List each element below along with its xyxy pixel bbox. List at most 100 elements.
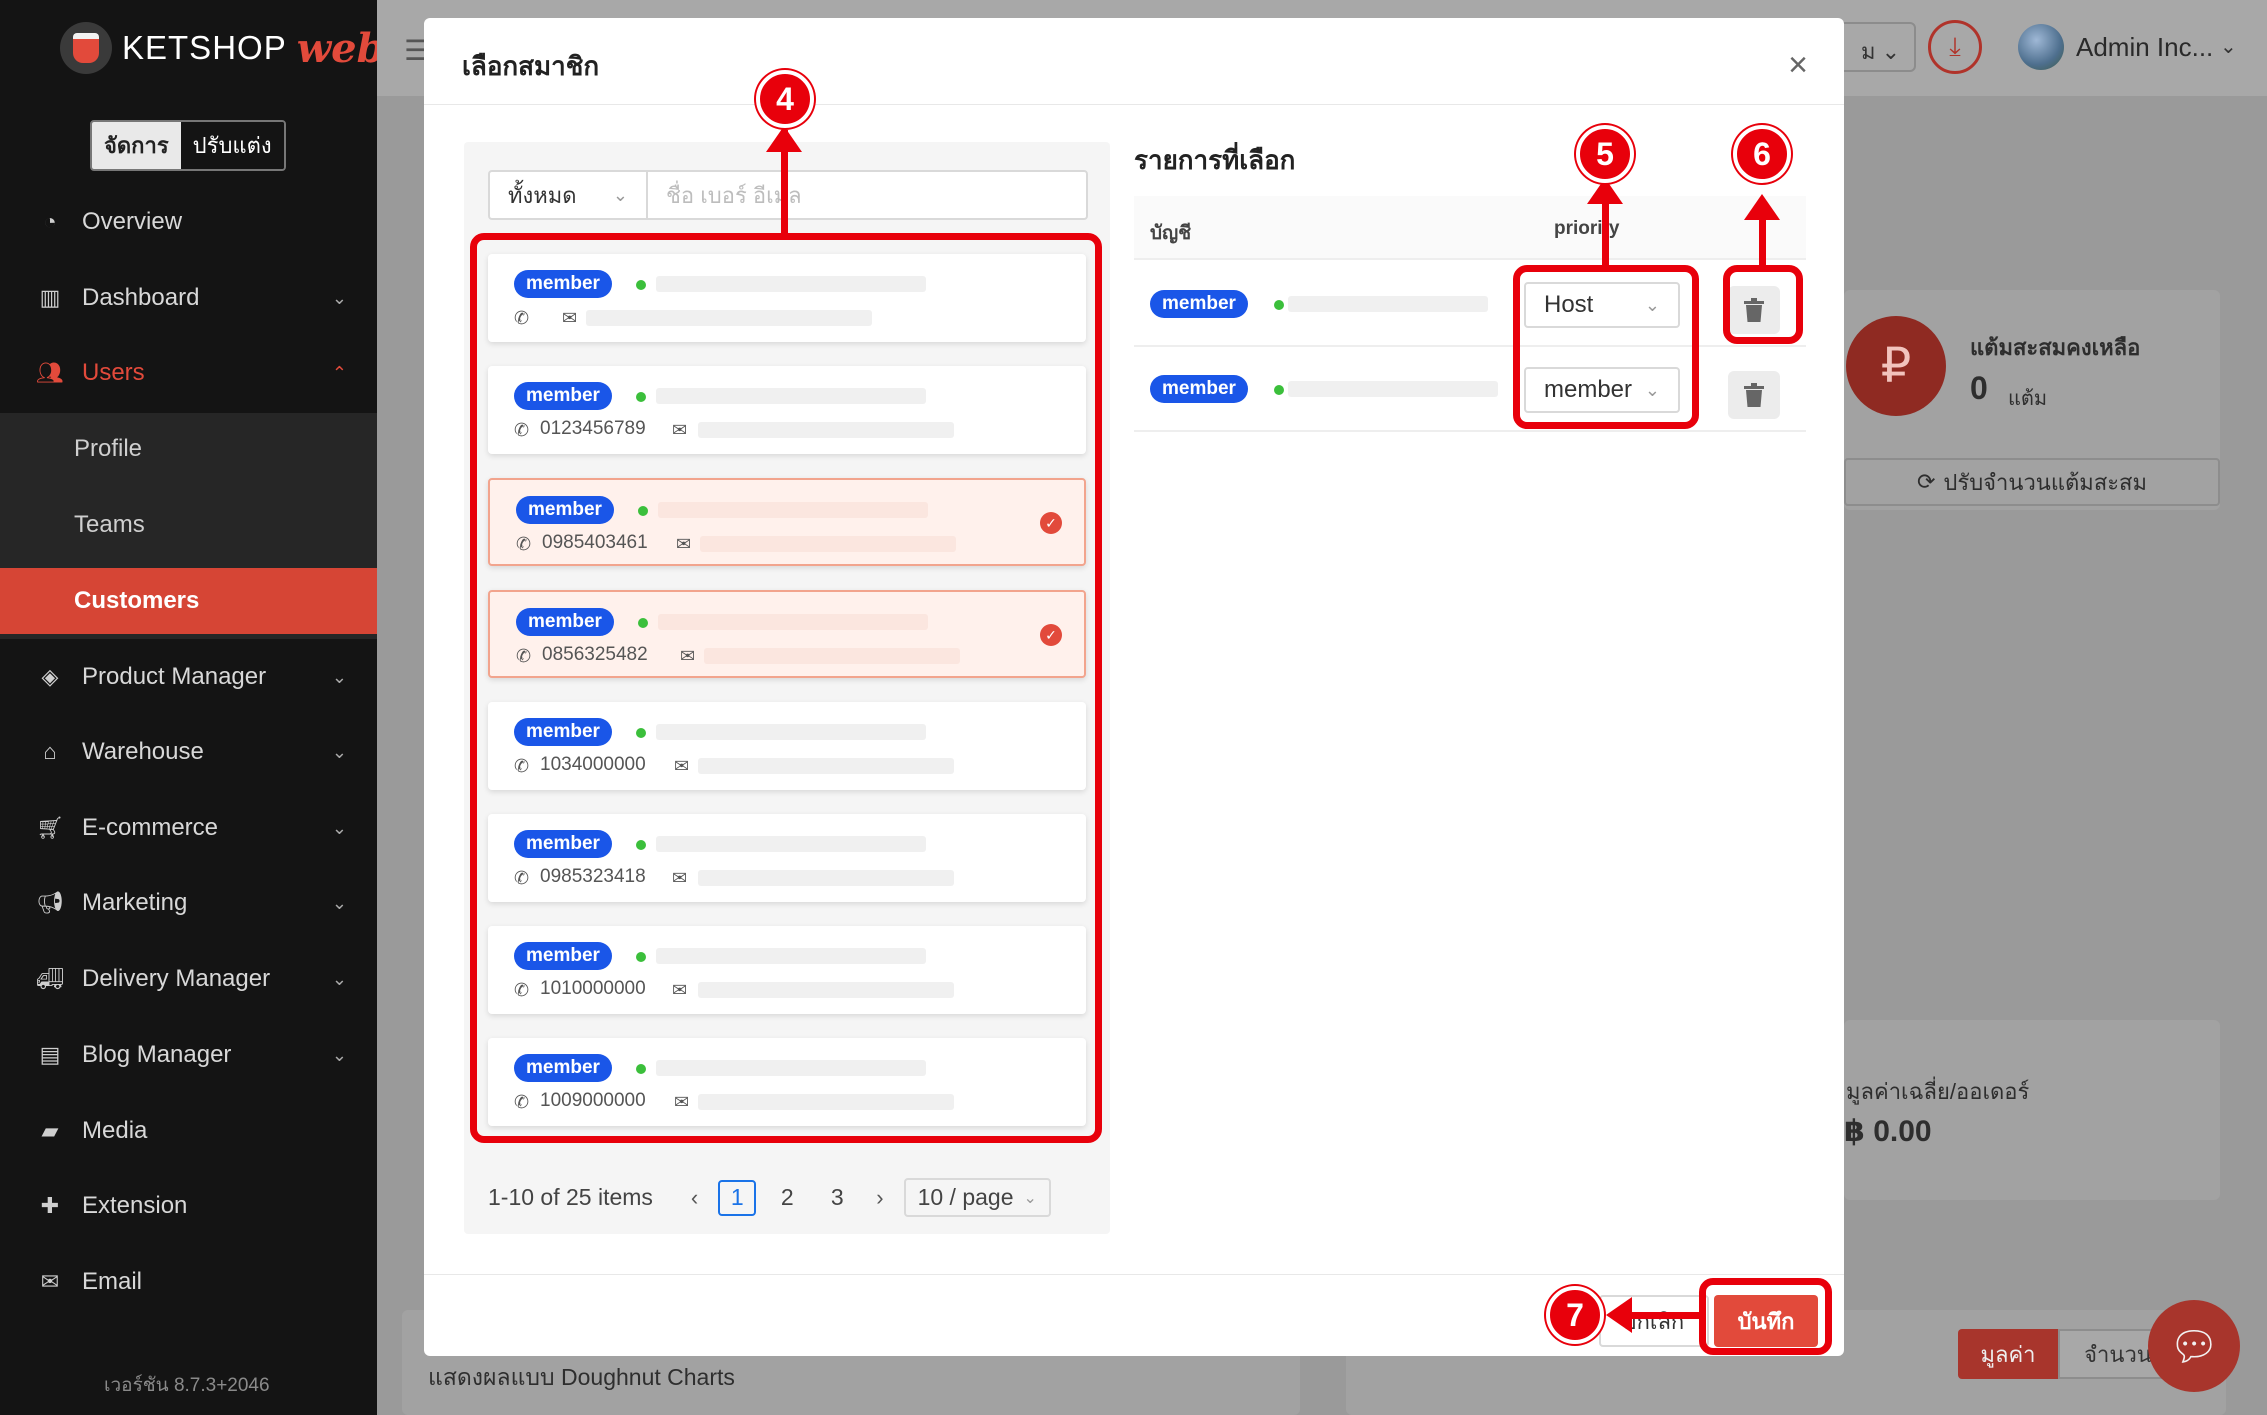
mail-icon: ✉ (680, 646, 696, 666)
phone-icon: ✆ (514, 868, 530, 888)
annotation-arrow-line (1630, 1312, 1700, 1319)
member-badge: member (514, 718, 612, 746)
delete-button[interactable] (1728, 286, 1780, 334)
mode-customize-button[interactable]: ปรับแต่ง (180, 122, 284, 169)
mail-icon: ✉ (674, 756, 690, 776)
page-size-value: 10 / page (917, 1184, 1014, 1210)
chevron-down-icon: ⌄ (331, 817, 347, 838)
member-card[interactable]: member ✆ 1034000000 ✉ (488, 702, 1086, 790)
name-placeholder (656, 948, 926, 964)
puzzle-icon: ✚ (40, 1193, 60, 1218)
sidebar-item-label: Delivery Manager (82, 965, 271, 992)
chevron-down-icon: ⌄ (612, 184, 628, 205)
tab-value[interactable]: มูลค่า (1958, 1329, 2058, 1379)
bar-chart-icon: ▥ (39, 285, 61, 310)
pagination: 1-10 of 25 items ‹ 1 2 3 › 10 / page ⌄ (488, 1178, 1051, 1217)
member-card[interactable]: member ✆ 0985323418 ✉ (488, 814, 1086, 902)
email-placeholder (698, 1094, 954, 1110)
page-2-button[interactable]: 2 (768, 1180, 806, 1216)
page-size-select[interactable]: 10 / page ⌄ (903, 1178, 1051, 1217)
sidebar-item-label: Warehouse (82, 738, 204, 765)
pagination-total: 1-10 of 25 items (488, 1184, 653, 1210)
chevron-left-icon[interactable]: ‹ (683, 1185, 706, 1211)
chat-icon[interactable]: 💬︎ (2148, 1300, 2240, 1392)
online-status-dot (636, 840, 646, 850)
sidebar-item-delivery-manager[interactable]: 🚚︎ Delivery Manager ⌄ (0, 943, 377, 1015)
online-status-dot (1274, 300, 1284, 310)
column-account: บัญชี (1150, 223, 1192, 244)
member-card[interactable]: member ✆ ✉ (488, 254, 1086, 342)
sidebar-item-extension[interactable]: ✚ Extension (0, 1170, 377, 1242)
member-card-selected[interactable]: member ✆ 0985403461 ✉ ✓ (488, 478, 1086, 566)
member-card[interactable]: member ✆ 1010000000 ✉ (488, 926, 1086, 1014)
logo-text: KETSHOP (122, 29, 287, 66)
select-member-modal: เลือกสมาชิก × ทั้งหมด ⌄ ชื่อ เบอร์ อีเมล… (424, 18, 1844, 1356)
sidebar-item-marketing[interactable]: 📢︎ Marketing ⌄ (0, 867, 377, 939)
trash-icon (1744, 298, 1764, 322)
phone-icon: ✆ (514, 308, 530, 328)
chevron-down-icon: ⌄ (1644, 294, 1660, 315)
member-phone: 1010000000 (540, 978, 646, 999)
selected-list-title: รายการที่เลือก (1134, 145, 1296, 175)
chevron-right-icon[interactable]: › (868, 1185, 891, 1211)
admin-name[interactable]: Admin Inc... (2076, 32, 2213, 63)
priority-select[interactable]: Host ⌄ (1524, 282, 1680, 328)
sidebar-item-blog-manager[interactable]: ▤ Blog Manager ⌄ (0, 1019, 377, 1091)
tag-icon: ◈ (41, 664, 59, 689)
mode-toggle: จัดการ ปรับแต่ง (90, 120, 286, 171)
priority-value: Host (1544, 291, 1594, 318)
close-icon[interactable]: × (1788, 48, 1808, 82)
chevron-down-icon: ⌄ (1023, 1189, 1037, 1207)
sidebar-item-users[interactable]: 👥︎ Users ⌃ (0, 337, 377, 409)
filter-select[interactable]: ทั้งหมด ⌄ (490, 172, 648, 218)
chevron-down-icon: ⌄ (331, 1044, 347, 1065)
sidebar-item-media[interactable]: ▰ Media (0, 1095, 377, 1167)
member-card[interactable]: member ✆ 0123456789 ✉ (488, 366, 1086, 454)
logo-suffix: web (296, 24, 385, 72)
mail-icon: ✉ (40, 1269, 60, 1294)
page-3-button[interactable]: 3 (818, 1180, 856, 1216)
sidebar-item-product-manager[interactable]: ◈ Product Manager ⌄ (0, 641, 377, 713)
users-icon: 👥︎ (36, 360, 64, 385)
logo[interactable]: KETSHOP web (60, 22, 385, 74)
pie-chart-icon: ◔ (43, 209, 57, 234)
priority-select[interactable]: member ⌄ (1524, 367, 1680, 413)
member-badge: member (1150, 375, 1248, 403)
doughnut-text: แสดงผลแบบ Doughnut Charts (428, 1364, 735, 1390)
chevron-up-icon: ⌃ (331, 362, 347, 383)
annotation-arrow-head (766, 126, 802, 152)
sidebar-item-email[interactable]: ✉ Email (0, 1246, 377, 1318)
search-input[interactable]: ชื่อ เบอร์ อีเมล (648, 172, 1086, 218)
delete-button[interactable] (1728, 371, 1780, 419)
sidebar-item-customers[interactable]: Customers (0, 568, 377, 634)
sidebar-item-warehouse[interactable]: ⌂ Warehouse ⌄ (0, 716, 377, 788)
sidebar-item-label: Media (82, 1117, 148, 1144)
sidebar-item-ecommerce[interactable]: 🛒︎ E-commerce ⌄ (0, 792, 377, 864)
member-badge: member (1150, 290, 1248, 318)
chevron-down-icon: ⌄ (331, 666, 347, 687)
chevron-down-icon[interactable]: ⌄ (2220, 34, 2237, 59)
mail-icon: ✉ (672, 868, 688, 888)
avg-order-card (1844, 1020, 2220, 1200)
sidebar-item-teams[interactable]: Teams (0, 492, 377, 558)
member-card-selected[interactable]: member ✆ 0856325482 ✉ ✓ (488, 590, 1086, 678)
page-1-button[interactable]: 1 (718, 1179, 757, 1216)
modal-footer-divider (424, 1274, 1844, 1275)
download-icon[interactable]: ⤓ (1928, 20, 1982, 74)
online-status-dot (636, 1064, 646, 1074)
online-status-dot (636, 392, 646, 402)
name-placeholder (656, 836, 926, 852)
sidebar-item-profile[interactable]: Profile (0, 416, 377, 482)
mail-icon: ✉ (676, 534, 692, 554)
priority-value: member (1544, 376, 1633, 403)
adjust-points-button[interactable]: ⟳ ปรับจำนวนแต้มสะสม (1844, 458, 2220, 506)
avatar[interactable] (2018, 24, 2064, 70)
sidebar-item-overview[interactable]: ◔ Overview (0, 186, 377, 258)
save-button[interactable]: บันทึก (1714, 1295, 1818, 1347)
truck-icon: 🚚︎ (36, 966, 64, 991)
chevron-down-icon: ⌄ (331, 892, 347, 913)
mode-manage-button[interactable]: จัดการ (92, 122, 181, 169)
name-placeholder (658, 502, 928, 518)
sidebar-item-dashboard[interactable]: ▥ Dashboard ⌄ (0, 262, 377, 334)
member-card[interactable]: member ✆ 1009000000 ✉ (488, 1038, 1086, 1126)
